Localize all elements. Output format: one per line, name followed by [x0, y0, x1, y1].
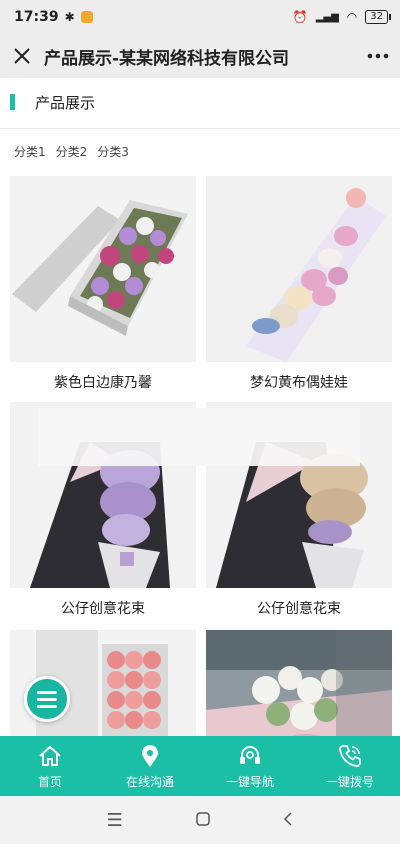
back-icon[interactable] [283, 810, 293, 831]
product-image[interactable] [10, 176, 196, 362]
category-tab-1[interactable]: 分类1 [14, 143, 46, 160]
section-title: 产品展示 [35, 93, 96, 112]
overlay-box [38, 408, 360, 466]
product-name: 公仔创意花束 [257, 601, 341, 617]
section-accent-bar [10, 94, 15, 110]
product-name: 紫色白边康乃馨 [54, 375, 152, 391]
alarm-icon: ⏰ [292, 10, 308, 24]
wifi-icon: ◠ [346, 10, 358, 24]
menu-icon-line [37, 704, 57, 708]
menu-icon-line [37, 697, 57, 701]
recent-apps-icon[interactable]: ☰ [107, 810, 123, 831]
nav-item-chat[interactable]: 在线沟通 [100, 736, 200, 796]
status-bar: 17:39 ✱ ⏰ ▂▄▆ ◠ 32 [0, 0, 400, 34]
home-icon [39, 745, 61, 766]
nav-item-home[interactable]: 首页 [0, 736, 100, 796]
product-card[interactable]: 紫色白边康乃馨 [10, 176, 196, 392]
more-icon[interactable] [356, 34, 400, 78]
location-pin-icon [142, 744, 158, 767]
product-name: 梦幻黄布偶娃娃 [250, 375, 348, 391]
battery-icon: 32 [365, 10, 391, 24]
phone-icon [339, 744, 361, 767]
nav-item-navigation[interactable]: 一键导航 [200, 736, 300, 796]
product-image[interactable] [206, 176, 392, 362]
product-card[interactable]: 梦幻黄布偶娃娃 [206, 176, 392, 392]
section-header: 产品展示 [0, 82, 400, 122]
page-title: 产品展示-某某网络科技有限公司 [44, 48, 290, 69]
divider [0, 128, 400, 129]
status-time: 17:39 [14, 9, 59, 25]
category-tab-3[interactable]: 分类3 [97, 143, 129, 160]
menu-button[interactable] [24, 676, 70, 722]
nav-label: 一键拨号 [325, 774, 374, 789]
category-tabs: 分类1 分类2 分类3 [14, 143, 129, 160]
signal-icon: ▂▄▆ [315, 11, 339, 23]
close-icon[interactable] [0, 34, 44, 78]
product-name: 公仔创意花束 [61, 601, 145, 617]
category-tab-2[interactable]: 分类2 [56, 143, 88, 160]
nav-label: 首页 [37, 774, 62, 789]
bottom-nav: 首页 在线沟通 一键导航 一键拨号 [0, 736, 400, 796]
menu-icon-line [37, 690, 57, 694]
home-square-icon[interactable] [196, 810, 210, 831]
bluetooth-icon: ✱ [64, 10, 75, 24]
nav-label: 一键导航 [225, 774, 274, 789]
nav-item-call[interactable]: 一键拨号 [300, 736, 400, 796]
nav-label: 在线沟通 [125, 774, 174, 789]
title-bar: 产品展示-某某网络科技有限公司 [0, 34, 400, 78]
system-nav: ☰ [0, 796, 400, 844]
notification-icon [80, 11, 93, 23]
headset-icon [240, 745, 260, 764]
